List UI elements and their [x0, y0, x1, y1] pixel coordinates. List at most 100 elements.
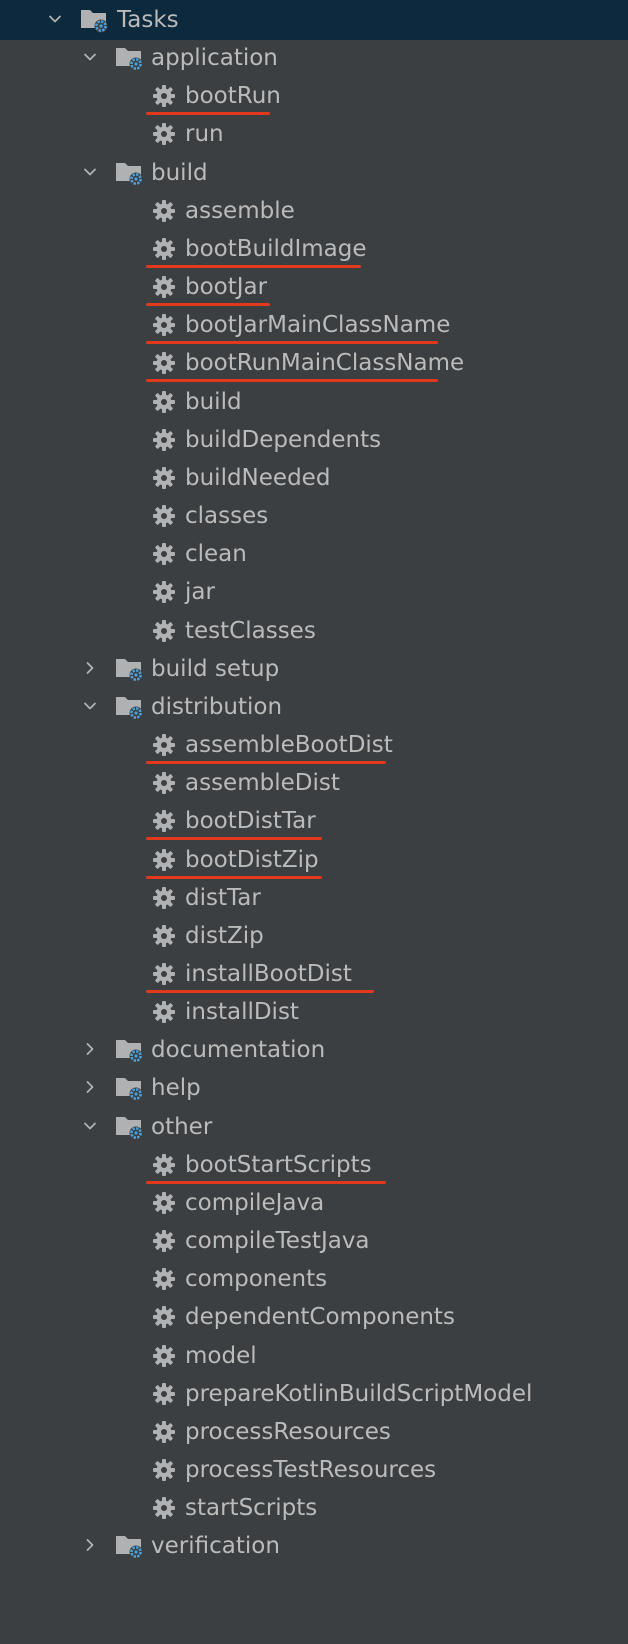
task-item[interactable]: clean — [0, 534, 628, 574]
task-item-label: testClasses — [185, 617, 316, 644]
task-item-label: bootStartScripts — [185, 1151, 372, 1178]
task-item-label: compileJava — [185, 1189, 325, 1216]
task-item[interactable]: bootJarMainClassName — [0, 305, 628, 345]
chevron-down-icon[interactable] — [83, 50, 97, 64]
task-item-label: prepareKotlinBuildScriptModel — [185, 1380, 533, 1407]
task-folder-icon — [115, 1074, 145, 1102]
task-group-label: verification — [151, 1533, 280, 1560]
task-item-label: assembleDist — [185, 770, 340, 797]
task-group-documentation[interactable]: documentation — [0, 1030, 628, 1070]
task-group-label: build setup — [151, 655, 280, 682]
task-item-label: dependentComponents — [185, 1304, 455, 1331]
task-item[interactable]: bootDistTar — [0, 801, 628, 841]
task-group-label: other — [151, 1113, 213, 1140]
task-item[interactable]: bootDistZip — [0, 840, 628, 880]
task-item-label: classes — [185, 503, 269, 530]
chevron-right-icon[interactable] — [83, 661, 97, 675]
task-folder-icon — [115, 693, 145, 721]
task-item-label: model — [185, 1342, 257, 1369]
task-item[interactable]: bootJar — [0, 267, 628, 307]
task-item-label: assembleBootDist — [185, 732, 393, 759]
chevron-down-icon[interactable] — [83, 165, 97, 179]
task-item-label: installBootDist — [185, 961, 352, 987]
tree-root-tasks[interactable]: Tasks — [0, 0, 628, 40]
task-item[interactable]: buildNeeded — [0, 458, 628, 498]
task-item[interactable]: assemble — [0, 191, 628, 231]
task-folder-icon — [115, 1113, 145, 1141]
task-item[interactable]: classes — [0, 496, 628, 536]
gear-icon — [152, 1382, 176, 1406]
task-item[interactable]: distTar — [0, 878, 628, 918]
chevron-right-icon[interactable] — [83, 1538, 97, 1552]
task-item[interactable]: components — [0, 1259, 628, 1299]
task-item[interactable]: prepareKotlinBuildScriptModel — [0, 1374, 628, 1414]
task-group-label: help — [151, 1075, 201, 1102]
task-item-label: installDist — [185, 999, 299, 1026]
gear-icon — [152, 1344, 176, 1368]
gear-icon — [152, 1496, 176, 1520]
task-item[interactable]: installDist — [0, 992, 628, 1032]
task-item[interactable]: jar — [0, 572, 628, 612]
task-item[interactable]: processTestResources — [0, 1450, 628, 1490]
task-group-help[interactable]: help — [0, 1068, 628, 1108]
task-item[interactable]: bootBuildImage — [0, 229, 628, 269]
gear-icon — [152, 84, 176, 108]
task-item[interactable]: testClasses — [0, 611, 628, 651]
task-item[interactable]: processResources — [0, 1412, 628, 1452]
gear-icon — [152, 619, 176, 643]
task-item-label: compileTestJava — [185, 1228, 370, 1255]
task-item[interactable]: build — [0, 382, 628, 422]
task-item[interactable]: installBootDist — [0, 954, 628, 994]
gear-icon — [152, 1305, 176, 1329]
task-item[interactable]: bootStartScripts — [0, 1145, 628, 1185]
task-folder-icon — [115, 159, 145, 187]
task-item[interactable]: distZip — [0, 916, 628, 956]
gear-icon — [152, 466, 176, 490]
task-item-label: bootDistTar — [185, 808, 316, 835]
chevron-down-icon[interactable] — [83, 1119, 97, 1133]
task-item[interactable]: assembleBootDist — [0, 725, 628, 765]
task-item-label: buildNeeded — [185, 464, 331, 491]
task-item[interactable]: buildDependents — [0, 420, 628, 460]
task-item-label: startScripts — [185, 1495, 318, 1522]
gear-icon — [152, 1000, 176, 1024]
task-folder-icon — [115, 44, 145, 72]
task-group-distribution[interactable]: distribution — [0, 687, 628, 727]
task-group-application[interactable]: application — [0, 38, 628, 78]
task-folder-icon — [115, 1532, 145, 1560]
task-item[interactable]: bootRunMainClassName — [0, 343, 628, 383]
chevron-right-icon[interactable] — [83, 1080, 97, 1094]
task-item[interactable]: assembleDist — [0, 763, 628, 803]
task-item-label: bootRun — [185, 83, 281, 110]
task-item[interactable]: run — [0, 114, 628, 154]
task-item-label: run — [185, 121, 224, 148]
chevron-right-icon[interactable] — [83, 1042, 97, 1056]
task-item[interactable]: startScripts — [0, 1488, 628, 1528]
task-group-other[interactable]: other — [0, 1107, 628, 1147]
task-group-build-setup[interactable]: build setup — [0, 649, 628, 689]
task-item[interactable]: model — [0, 1336, 628, 1376]
gear-icon — [152, 351, 176, 375]
task-item[interactable]: compileJava — [0, 1183, 628, 1223]
task-item-label: bootBuildImage — [185, 235, 367, 262]
task-folder-icon — [80, 6, 110, 34]
chevron-down-icon[interactable] — [83, 699, 97, 713]
task-item[interactable]: compileTestJava — [0, 1221, 628, 1261]
task-item-label: distTar — [185, 884, 261, 911]
gear-icon — [152, 1458, 176, 1482]
task-item[interactable]: bootRun — [0, 76, 628, 116]
task-item-label: clean — [185, 541, 247, 568]
task-group-build[interactable]: build — [0, 153, 628, 193]
task-group-label: distribution — [151, 693, 283, 720]
task-item-label: jar — [185, 579, 215, 606]
gear-icon — [152, 199, 176, 223]
task-item-label: processTestResources — [185, 1457, 437, 1484]
task-item[interactable]: dependentComponents — [0, 1297, 628, 1337]
gear-icon — [152, 1267, 176, 1291]
chevron-down-icon[interactable] — [48, 12, 62, 26]
task-group-label: application — [151, 45, 278, 72]
gear-icon — [152, 1420, 176, 1444]
task-group-label: build — [151, 159, 208, 186]
task-group-verification[interactable]: verification — [0, 1526, 628, 1566]
gear-icon — [152, 504, 176, 528]
